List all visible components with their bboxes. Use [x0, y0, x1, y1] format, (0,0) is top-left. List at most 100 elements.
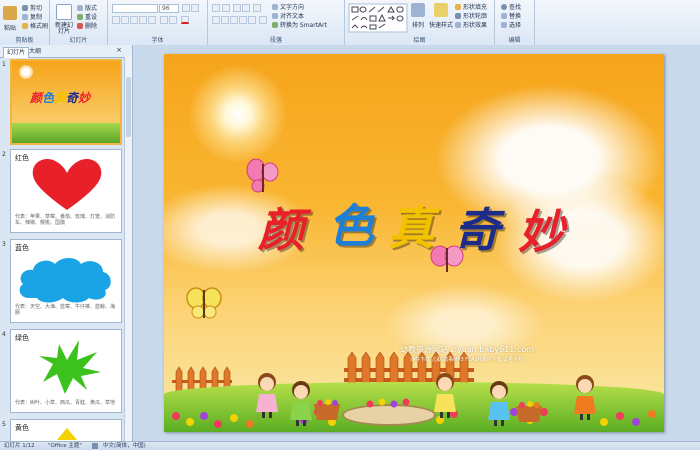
font-group: 96 字体 — [108, 0, 208, 45]
paste-button[interactable]: 粘贴 — [3, 6, 17, 32]
watermark-line-1: 幼教资源网站 ziyuan.baby611.com — [400, 345, 534, 354]
slide-thumbnail-1[interactable]: 颜色真奇妙 — [10, 59, 122, 145]
align-text-icon — [272, 12, 278, 19]
thumb-heading: 红色 — [15, 154, 29, 162]
paragraph-group: 文字方向 对齐文本 转换为 SmartArt 段落 — [208, 0, 345, 45]
decrease-indent-button[interactable] — [233, 4, 241, 12]
child-figure — [574, 375, 596, 420]
slide-number: 3 — [2, 241, 6, 248]
align-center-button[interactable] — [221, 16, 229, 24]
smartart-button[interactable]: 转换为 SmartArt — [272, 20, 327, 29]
increase-indent-button[interactable] — [242, 4, 250, 12]
current-slide[interactable]: 颜 色 真 奇 妙 幼教资源网站 ziyuan.baby611.com 课件下载… — [164, 54, 664, 432]
align-left-button[interactable] — [212, 16, 220, 24]
slide-thumbnail-3[interactable]: 蓝色 代表：天空、大海、蓝莓、牛仔裤、蓝鲸、海豚 — [10, 239, 122, 323]
strikethrough-button[interactable] — [139, 16, 147, 24]
arrange-icon — [411, 3, 425, 17]
tab-outline[interactable]: 大纲 — [26, 47, 44, 57]
slide-number: 2 — [2, 151, 6, 158]
distributed-button[interactable] — [248, 16, 256, 24]
font-name-select[interactable] — [112, 4, 158, 13]
child-figure — [434, 373, 456, 418]
justify-button[interactable] — [239, 16, 247, 24]
italic-button[interactable] — [121, 16, 129, 24]
title-char-2: 色 — [328, 199, 374, 253]
text-direction-button[interactable]: 文字方向 — [272, 2, 304, 11]
cut-button[interactable]: 剪切 — [22, 3, 42, 12]
close-panel-icon[interactable]: × — [116, 46, 122, 54]
title-char-3: 真 — [388, 201, 434, 255]
spellcheck-icon[interactable] — [92, 443, 98, 449]
layout-button[interactable]: 版式 — [77, 3, 97, 12]
ribbon: 粘贴 剪切 复制 格式刷 剪贴板 新建幻灯片 版式 重设 删除 幻灯片 96 字… — [0, 0, 700, 46]
font-size-select[interactable]: 96 — [159, 4, 179, 13]
copy-button[interactable]: 复制 — [22, 12, 42, 21]
slide-thumbnail-4[interactable]: 绿色 代表：树叶、小草、西瓜、青蛙、黄瓜、草地 — [10, 329, 122, 413]
delete-icon — [77, 22, 83, 29]
format-painter-button[interactable]: 格式刷 — [22, 21, 48, 30]
child-figure — [256, 373, 278, 418]
columns-button[interactable] — [259, 16, 267, 24]
align-text-button[interactable]: 对齐文本 — [272, 11, 304, 20]
panel-tabs: 幻灯片 大纲 × — [0, 45, 132, 58]
thumb-caption: 代表：树叶、小草、西瓜、青蛙、黄瓜、草地 — [15, 400, 116, 406]
yellow-shape — [57, 428, 77, 440]
delete-button[interactable]: 删除 — [77, 21, 97, 30]
align-right-button[interactable] — [230, 16, 238, 24]
arrange-button[interactable]: 排列 — [411, 3, 425, 29]
thumb-grass — [12, 123, 120, 143]
slide-thumbnail-2[interactable]: 红色 代表：苹果、草莓、番茄、玫瑰、灯笼、消防车、辣椒、樱桃、国旗 — [10, 149, 122, 233]
drawing-group-label: 绘图 — [413, 37, 426, 44]
slide-number: 4 — [2, 331, 6, 338]
select-button[interactable]: 选择 — [501, 20, 521, 29]
find-button[interactable]: 查找 — [501, 2, 521, 11]
green-leaf-shape — [39, 340, 101, 394]
layout-icon — [77, 4, 83, 11]
title-char-4: 奇 — [454, 203, 500, 257]
title-char-5: 妙 — [518, 205, 564, 259]
basket — [314, 399, 340, 420]
panel-scrollbar[interactable] — [124, 57, 132, 441]
char-spacing-button[interactable] — [160, 16, 168, 24]
change-case-button[interactable] — [169, 16, 177, 24]
smartart-icon — [272, 21, 278, 28]
drawing-group: 排列 快速样式 形状填充 形状轮廓 形状效果 绘图 — [345, 0, 495, 45]
font-group-label: 字体 — [151, 37, 164, 44]
underline-button[interactable] — [130, 16, 138, 24]
font-color-button[interactable] — [181, 16, 189, 24]
blue-cloud-shape — [19, 258, 111, 303]
numbering-button[interactable] — [222, 4, 230, 12]
reset-button[interactable]: 重设 — [77, 12, 97, 21]
shrink-font-button[interactable] — [191, 4, 199, 12]
child-figure — [290, 381, 312, 426]
editing-group-label: 编辑 — [508, 37, 521, 44]
basket — [516, 401, 542, 422]
shapes-gallery[interactable] — [348, 3, 408, 33]
thumb-caption: 代表：天空、大海、蓝莓、牛仔裤、蓝鲸、海豚 — [15, 304, 116, 316]
thumb-title: 颜色真奇妙 — [30, 91, 91, 105]
shape-effects-button[interactable]: 形状效果 — [455, 20, 487, 29]
title-char-1: 颜 — [258, 203, 304, 257]
shape-outline-button[interactable]: 形状轮廓 — [455, 11, 487, 20]
paint-bucket-icon — [455, 3, 461, 10]
shape-fill-button[interactable]: 形状填充 — [455, 2, 487, 11]
bullets-button[interactable] — [212, 4, 220, 12]
red-heart-shape — [32, 158, 102, 210]
paste-icon — [3, 6, 17, 20]
shadow-button[interactable] — [148, 16, 156, 24]
slide-number: 1 — [2, 61, 6, 68]
replace-icon — [501, 12, 507, 19]
new-slide-icon — [56, 4, 72, 20]
grow-font-button[interactable] — [182, 4, 190, 12]
thumb-sun — [19, 65, 33, 79]
thumb-heading: 黄色 — [15, 424, 29, 432]
find-icon — [501, 3, 507, 10]
slide-thumbnail-5[interactable]: 黄色 — [10, 419, 122, 441]
replace-button[interactable]: 替换 — [501, 11, 521, 20]
bold-button[interactable] — [112, 16, 120, 24]
line-spacing-button[interactable] — [253, 4, 261, 12]
scrollbar-thumb[interactable] — [126, 77, 131, 137]
new-slide-button[interactable]: 新建幻灯片 — [54, 4, 74, 35]
quick-styles-button[interactable]: 快速样式 — [429, 3, 453, 29]
reset-icon — [77, 13, 83, 20]
